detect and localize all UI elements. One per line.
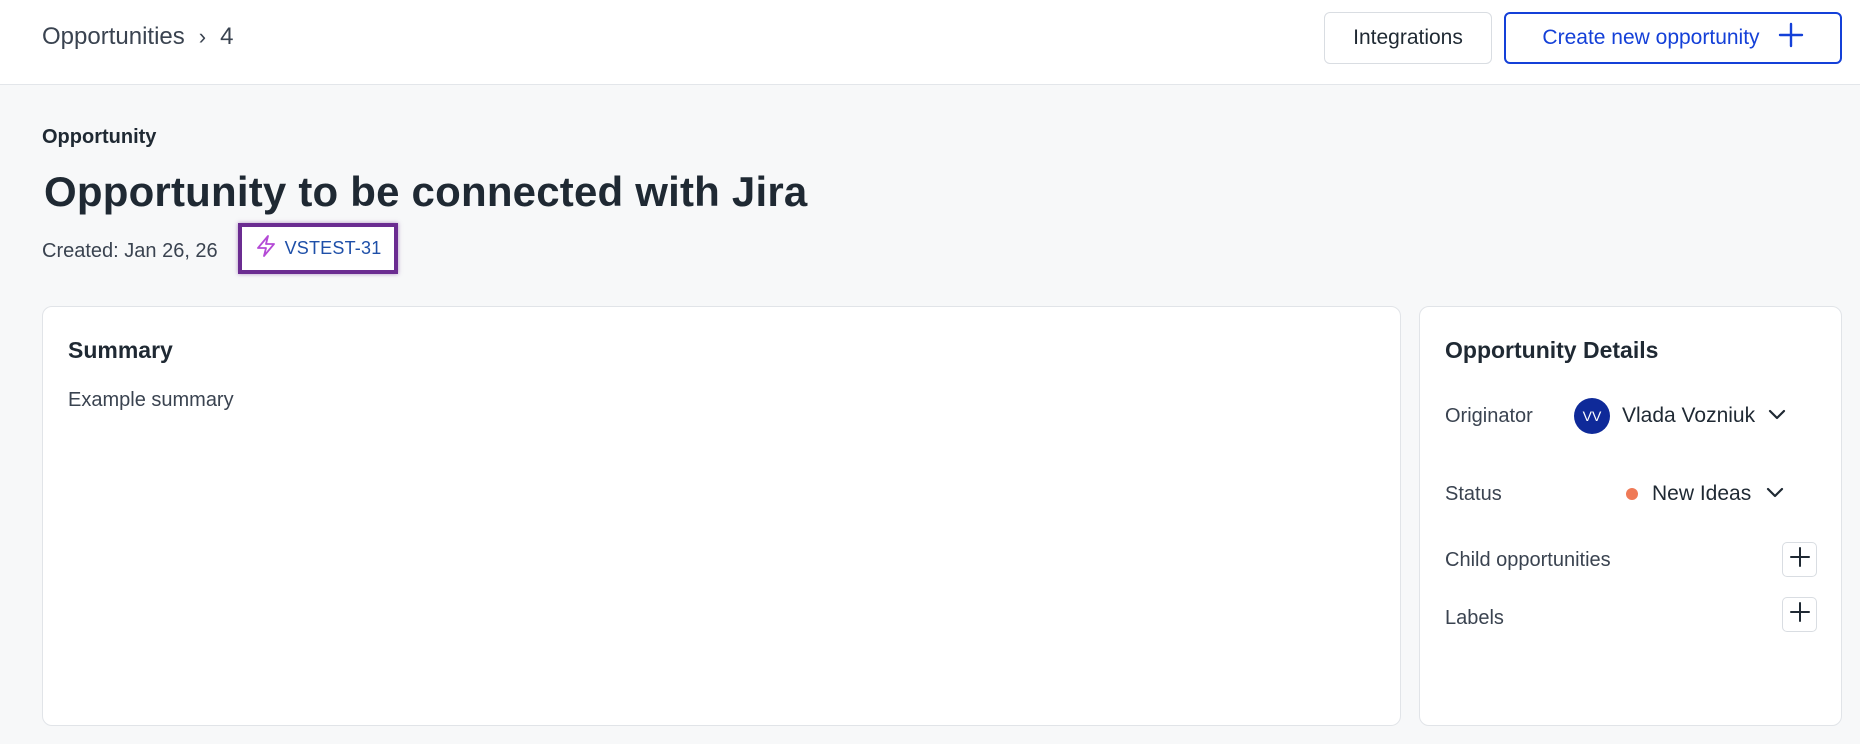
page-eyebrow: Opportunity [42,126,157,148]
add-child-opportunity-button[interactable] [1782,542,1817,577]
breadcrumb-opportunities-link[interactable]: Opportunities [42,23,185,51]
opportunity-details-card: Opportunity Details Originator VV Vlada … [1419,306,1842,726]
status-dot [1626,488,1638,500]
summary-text[interactable]: Example summary [68,389,234,412]
avatar: VV [1574,398,1610,434]
create-new-opportunity-button[interactable]: Create new opportunity [1504,12,1842,64]
originator-dropdown[interactable]: VV Vlada Vozniuk [1574,397,1787,435]
plus-icon [1789,546,1811,573]
status-value: New Ideas [1652,482,1752,505]
breadcrumb-separator: › [198,24,207,49]
top-bar: Opportunities › 4 Integrations Create ne… [0,0,1860,85]
originator-name: Vlada Vozniuk [1622,404,1756,427]
breadcrumb-current: 4 [220,23,234,50]
chevron-down-icon [1765,482,1785,507]
jira-issue-key: VSTEST-31 [284,238,382,258]
create-button-label: Create new opportunity [1542,26,1760,49]
page-title: Opportunity to be connected with Jira [44,168,808,215]
status-label: Status [1445,483,1502,505]
originator-label: Originator [1445,405,1533,427]
plus-icon [1778,22,1804,54]
summary-card: Summary Example summary [42,306,1401,726]
created-date: Created: Jan 26, 26 [42,239,218,262]
integrations-button-label: Integrations [1353,26,1463,49]
details-title: Opportunity Details [1445,337,1659,363]
jira-issue-link[interactable]: VSTEST-31 [238,223,398,274]
child-opportunities-label: Child opportunities [1445,549,1611,571]
status-dropdown[interactable]: New Ideas [1626,475,1785,513]
add-label-button[interactable] [1782,597,1817,632]
summary-title: Summary [68,337,173,363]
labels-label: Labels [1445,607,1504,629]
plus-icon [1789,601,1811,628]
lightning-bolt-icon [255,234,277,263]
chevron-down-icon [1767,404,1787,429]
breadcrumb: Opportunities › 4 [42,22,233,52]
integrations-button[interactable]: Integrations [1324,12,1492,64]
